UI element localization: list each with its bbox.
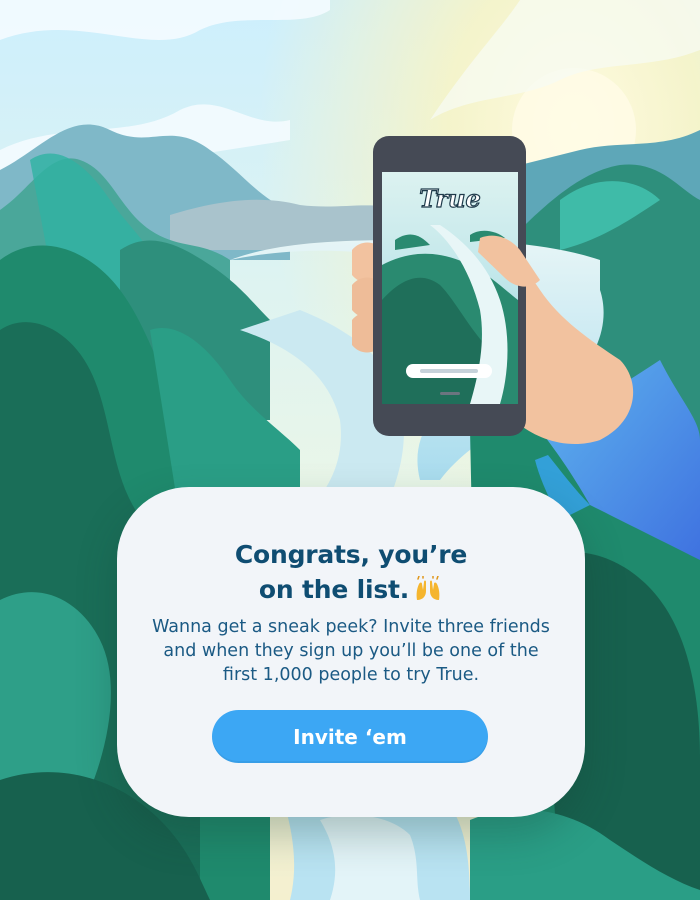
- title-line-2: on the list.: [117, 572, 585, 607]
- title-line-2-text: on the list.: [258, 575, 410, 604]
- invite-button[interactable]: Invite ‘em: [212, 710, 488, 763]
- card-title: Congrats, you’re on the list.: [117, 537, 585, 607]
- title-line-1: Congrats, you’re: [234, 540, 468, 569]
- confirmation-card: Congrats, you’re on the list. Wanna get …: [117, 487, 585, 817]
- phone-app-logo: True: [419, 184, 480, 213]
- raised-hands-icon: [416, 576, 440, 600]
- card-description: Wanna get a sneak peek? Invite three fri…: [152, 617, 550, 685]
